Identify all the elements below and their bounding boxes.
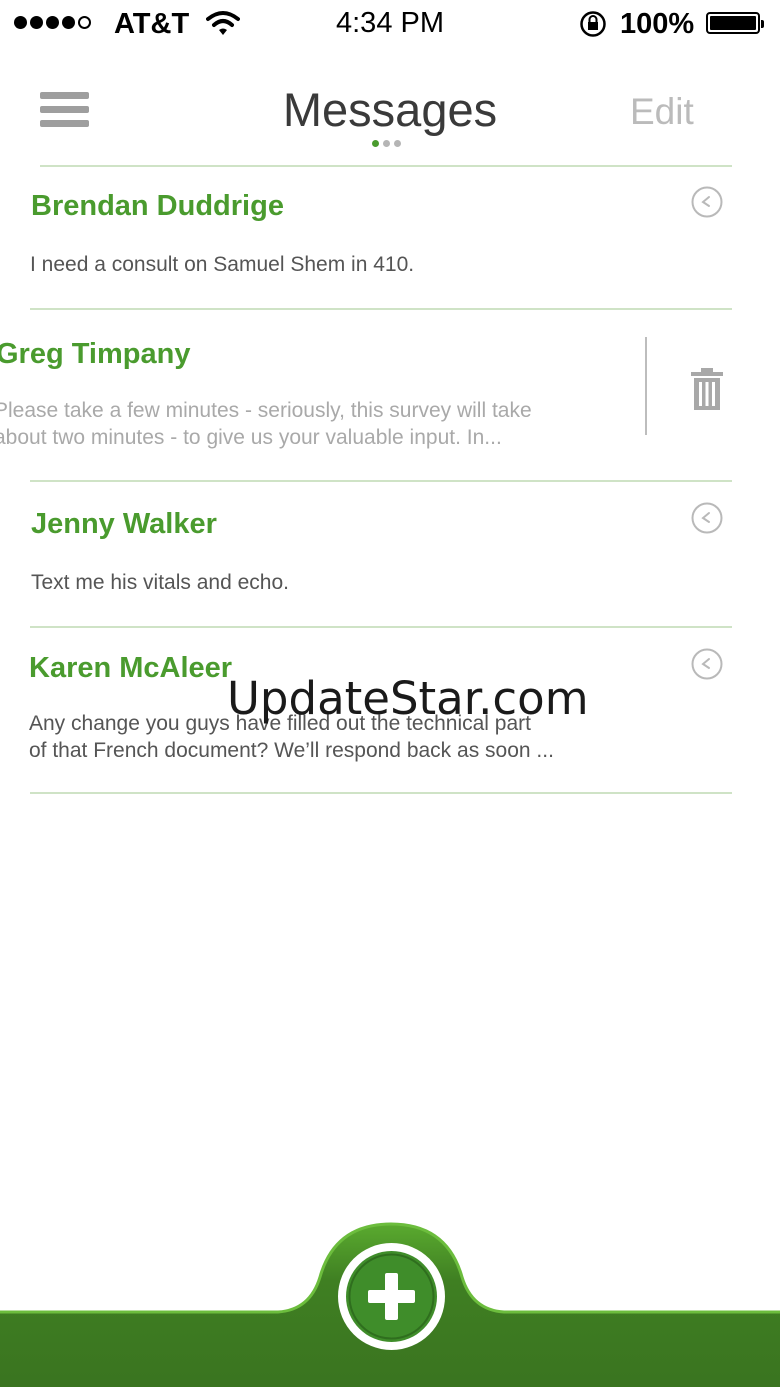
message-preview-line: of that French document? We’ll respond b… [29,739,554,762]
message-item[interactable]: Jenny Walker Text me his vitals and echo… [0,482,780,627]
message-item[interactable]: Greg Timpany Please take a few minutes -… [0,310,780,480]
message-preview-line: Text me his vitals and echo. [31,571,289,594]
divider [40,165,732,167]
clock-icon[interactable] [691,648,723,680]
sender-name: Jenny Walker [31,508,217,540]
message-preview-line: I need a consult on Samuel Shem in 410. [30,253,415,276]
sender-name: Greg Timpany [0,338,191,370]
divider [30,792,732,794]
compose-button[interactable] [338,1243,445,1350]
battery-percent: 100% [620,8,695,40]
swipe-divider [645,337,647,435]
edit-button[interactable]: Edit [630,91,694,133]
rotation-lock-icon [580,11,606,37]
message-preview-line: about two minutes - to give us your valu… [0,426,502,449]
page-dot [394,140,401,147]
clock-icon[interactable] [691,502,723,534]
message-preview-line: Please take a few minutes - seriously, t… [0,399,532,422]
status-bar: AT&T 4:34 PM 100% [0,0,780,50]
page-dot [383,140,390,147]
trash-icon[interactable] [688,368,726,410]
battery-icon [706,12,764,34]
watermark: UpdateStar.com [227,672,589,725]
message-item[interactable]: Brendan Duddrige I need a consult on Sam… [0,168,780,309]
page-dot [372,140,379,147]
plus-icon [348,1253,435,1340]
clock-icon[interactable] [691,186,723,218]
page-indicator [372,140,401,147]
sender-name: Karen McAleer [29,652,233,684]
sender-name: Brendan Duddrige [31,190,284,222]
